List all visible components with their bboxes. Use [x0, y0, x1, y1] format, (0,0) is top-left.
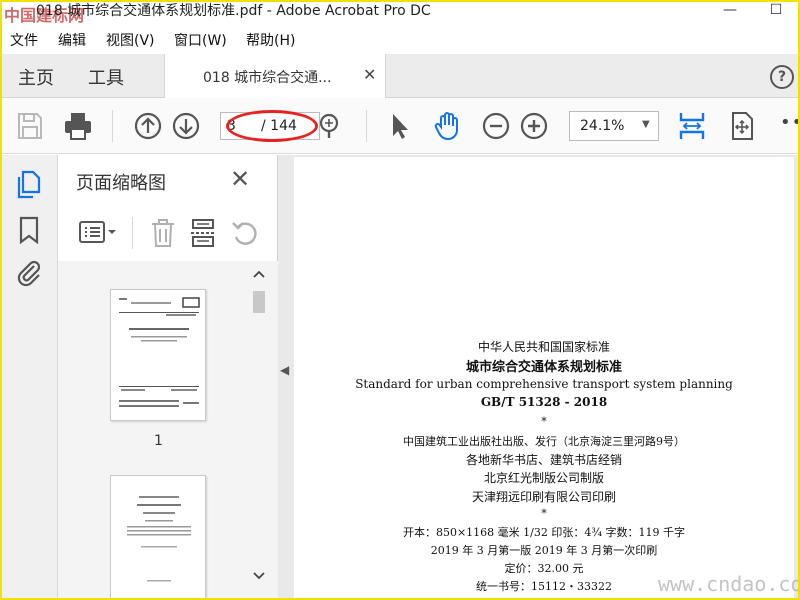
- attachment-icon[interactable]: [14, 257, 44, 287]
- menu-window[interactable]: 窗口(W): [174, 30, 227, 50]
- page-2-preview: [127, 496, 191, 582]
- title-cn: 城市综合交通体系规划标准: [465, 360, 622, 375]
- zoom-out-icon[interactable]: [480, 110, 512, 142]
- close-tab-icon[interactable]: ✕: [363, 65, 376, 84]
- save-icon[interactable]: [14, 110, 46, 142]
- bookmark-icon[interactable]: [14, 215, 44, 245]
- document-page: 中华人民共和国国家标准 城市综合交通体系规划标准 Standard for ur…: [294, 157, 794, 598]
- zoom-search-icon[interactable]: [314, 110, 346, 142]
- separator-star: *: [541, 415, 547, 428]
- print-icon[interactable]: [62, 110, 94, 142]
- hand-tool-icon[interactable]: [432, 110, 464, 142]
- window-frame: 中国建标网 018 城市综合交通体系规划标准.pdf - Adobe Acrob…: [0, 0, 800, 600]
- format-line: 开本：850×1168 毫米 1/32 印张：4¾ 字数：119 千字: [402, 526, 686, 539]
- tab-document[interactable]: 018 城市综合交通... ✕: [164, 54, 386, 98]
- panel-toolbar-separator: [132, 217, 133, 249]
- tab-tools[interactable]: 工具: [88, 64, 124, 90]
- publisher-line: 中国建筑工业出版社出版、发行（北京海淀三里河路9号）: [403, 435, 685, 448]
- toolbar-separator: [366, 110, 367, 142]
- separator-star: *: [541, 507, 547, 520]
- thumbnail-list: 1: [58, 261, 278, 598]
- thumbnail-options-icon[interactable]: [78, 219, 118, 247]
- minimize-button[interactable]: —: [710, 2, 750, 24]
- tab-home[interactable]: 主页: [18, 64, 54, 90]
- tab-bar: 主页 工具 018 城市综合交通... ✕ ?: [2, 54, 798, 98]
- collapse-panel-icon[interactable]: ◀: [280, 363, 289, 377]
- issuer-line: 中华人民共和国国家标准: [477, 340, 610, 354]
- menu-bar: 文件 编辑 视图(V) 窗口(W) 帮助(H): [2, 28, 798, 52]
- thumbnail-page-2[interactable]: [110, 475, 206, 598]
- standard-code: GB/T 51328 - 2018: [480, 395, 608, 409]
- rotate-icon[interactable]: [230, 217, 260, 249]
- edition-line: 2019 年 3 月第一版 2019 年 3 月第一次印刷: [430, 544, 658, 557]
- page-number-annotation: [226, 110, 318, 142]
- full-screen-icon[interactable]: [726, 110, 758, 142]
- help-icon[interactable]: ?: [770, 65, 794, 89]
- document-tab-label: 018 城市综合交通...: [203, 70, 332, 86]
- zoom-value: 24.1%: [580, 118, 625, 134]
- scrollbar-thumb[interactable]: [253, 291, 265, 313]
- scroll-down-icon[interactable]: [253, 571, 265, 581]
- extract-pages-icon[interactable]: [188, 217, 218, 249]
- menu-file[interactable]: 文件: [10, 30, 38, 50]
- title-en: Standard for urban comprehensive transpo…: [355, 377, 733, 391]
- scroll-up-icon[interactable]: [253, 269, 265, 279]
- page-1-preview: [119, 297, 200, 407]
- menu-edit[interactable]: 编辑: [58, 30, 86, 50]
- printer-line: 天津翔远印刷有限公司印刷: [471, 490, 616, 504]
- chevron-down-icon[interactable]: ▼: [642, 119, 650, 130]
- toolbar-separator: [112, 110, 113, 142]
- document-view[interactable]: ◀ 中华人民共和国国家标准 城市综合交通体系规划标准 Standard for …: [278, 155, 798, 598]
- menu-view[interactable]: 视图(V): [106, 30, 155, 50]
- maximize-button[interactable]: ☐: [756, 2, 796, 24]
- thumbnails-panel: 页面缩略图 ✕ 1: [58, 155, 278, 598]
- panel-toolbar: [76, 215, 264, 251]
- trash-icon[interactable]: [148, 217, 178, 249]
- title-bar: 中国建标网 018 城市综合交通体系规划标准.pdf - Adobe Acrob…: [2, 2, 798, 25]
- next-page-icon[interactable]: [170, 110, 202, 142]
- previous-page-icon[interactable]: [132, 110, 164, 142]
- thumbnail-page-1[interactable]: [110, 289, 206, 421]
- thumbnail-page-number: 1: [154, 433, 163, 449]
- menu-help[interactable]: 帮助(H): [246, 30, 295, 50]
- panel-title: 页面缩略图: [76, 173, 166, 194]
- fit-width-icon[interactable]: [676, 110, 708, 142]
- maker-line: 北京红光制版公司制版: [483, 471, 604, 485]
- distributors-line: 各地新华书店、建筑书店经销: [465, 453, 622, 467]
- window-title: 018 城市综合交通体系规划标准.pdf - Adobe Acrobat Pro…: [36, 3, 431, 19]
- page-thumbnails-icon[interactable]: [14, 169, 44, 199]
- zoom-in-icon[interactable]: [518, 110, 550, 142]
- select-cursor-icon[interactable]: [384, 110, 416, 142]
- thumbnail-scrollbar[interactable]: [250, 265, 268, 590]
- watermark-url: www.cndao.com: [658, 572, 800, 596]
- more-tools-icon[interactable]: •••: [780, 112, 798, 133]
- left-rail: [2, 155, 58, 598]
- zoom-select[interactable]: 24.1% ▼: [569, 111, 659, 141]
- toolbar: 3 / 144 24.1% ▼ •: [2, 98, 798, 154]
- close-panel-icon[interactable]: ✕: [230, 165, 250, 193]
